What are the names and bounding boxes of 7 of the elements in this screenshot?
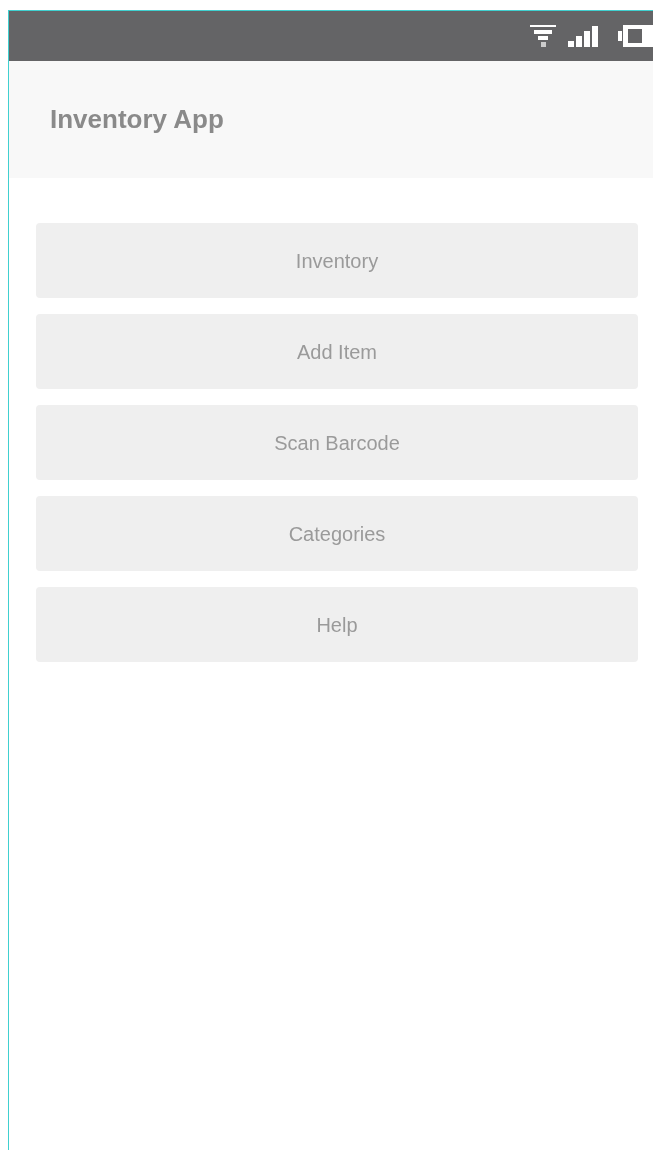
menu-button[interactable]: Inventory <box>36 223 638 298</box>
menu-button[interactable]: Categories <box>36 496 638 571</box>
app-title: Inventory App <box>50 103 224 136</box>
menu-button[interactable]: Help <box>36 587 638 662</box>
menu-button[interactable]: Scan Barcode <box>36 405 638 480</box>
wifi-icon <box>530 24 556 48</box>
menu-button[interactable]: Add Item <box>36 314 638 389</box>
